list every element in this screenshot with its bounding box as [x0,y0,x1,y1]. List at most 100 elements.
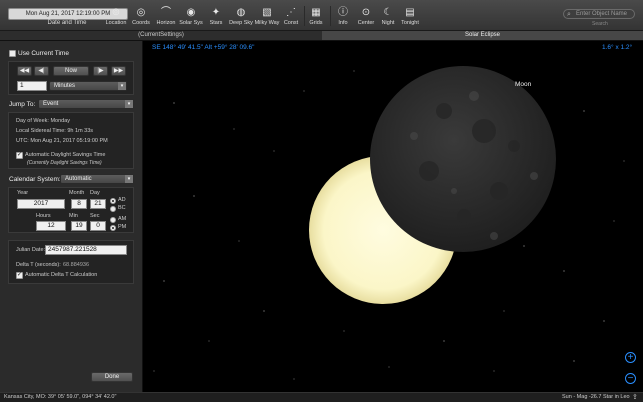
toolbar: Mon Aug 21, 2017 12:19:00 PM Date and Ti… [0,0,643,31]
location-status: Kansas City, MO: 39° 05' 59.0", 094° 34'… [4,394,117,400]
now-button[interactable]: Now [53,66,89,76]
time-info-group: Day of Week: Monday Local Sidereal Time:… [8,112,134,169]
bc-label: BC [118,205,126,211]
pm-radio[interactable] [110,225,116,231]
jump-to-label: Jump To: [9,101,36,108]
bc-radio[interactable] [110,206,116,212]
solar-system-icon: ◉ [186,7,196,18]
year-label: Year [17,190,29,196]
share-icon[interactable]: ⇪ [632,393,638,401]
delta-t-value: 68.884936 [63,262,89,268]
sky-view[interactable]: SE 148° 49' 41.5" Alt +59° 28' 09.6" 1.6… [144,41,643,392]
sidereal-time-text: Local Sidereal Time: 9h 1m 33s [16,128,94,134]
zoom-in-button[interactable]: + [625,352,636,363]
step-unit-value: Minutes [54,83,76,89]
location-button[interactable]: ⊚ Location [102,7,130,29]
stars-button[interactable]: ✦ Stars [202,7,230,29]
deep-sky-button[interactable]: ◍ Deep Sky [227,7,255,29]
day-label: Day [90,190,100,196]
tab-bar: (CurrentSettings) Solar Eclipse [0,31,643,41]
tonight-icon: ▤ [405,7,415,18]
field-of-view: 1.6° x 1.2° [602,44,633,51]
am-radio[interactable] [110,217,116,223]
seconds-field[interactable]: 0 [90,221,106,231]
zoom-out-button[interactable]: − [625,373,636,384]
step-group: ◀◀ ◀| Now |▶ ▶▶ 1 Minutes ▾ [8,61,134,95]
auto-dst-checkbox[interactable]: ✓ [16,152,23,159]
min-label: Min [69,213,78,219]
deep-sky-icon: ◍ [236,7,246,18]
moon-disc[interactable] [370,66,556,252]
search-placeholder: Enter Object Name [576,11,628,17]
plus-icon: + [627,352,634,363]
chevron-down-icon: ▾ [125,100,133,108]
month-label: Month [69,190,85,196]
jump-to-value: Event [43,101,59,107]
search-input[interactable]: ⌕ Enter Object Name [563,9,635,19]
rewind-icon: ◀◀ [19,68,30,74]
year-field[interactable]: 2017 [17,199,65,209]
calendar-system-select[interactable]: Automatic ▾ [60,174,134,184]
step-forward-fast-button[interactable]: ▶▶ [111,66,126,76]
step-back-icon: ◀| [38,68,45,74]
done-button[interactable]: Done [91,372,133,382]
day-of-week-text: Day of Week: Monday [16,118,71,124]
day-field[interactable]: 21 [90,199,106,209]
grid-icon: ▦ [311,7,321,18]
step-back-button[interactable]: ◀| [34,66,49,76]
stars-icon: ✦ [211,7,221,18]
coordinates-icon: ◎ [136,7,146,18]
dst-note: (Currently Daylight Savings Time) [27,160,102,166]
utc-text: UTC: Mon Aug 21, 2017 05:19:00 PM [16,138,108,144]
search-icon: ⌕ [567,11,571,18]
grids-button[interactable]: ▦ Grids [302,7,330,29]
jump-to-select[interactable]: Event ▾ [38,99,134,109]
step-back-fast-button[interactable]: ◀◀ [17,66,32,76]
object-status: Sun - Mag -26.7 Star in Leo [562,394,630,400]
auto-delta-t-checkbox[interactable]: ✓ [16,272,23,279]
calendar-system-value: Automatic [65,176,92,182]
pm-label: PM [118,224,127,230]
hours-label: Hours [36,213,51,219]
sky-canvas [153,66,625,380]
auto-delta-t-label: Automatic Delta T Calculation [25,272,98,278]
julian-date-label: Julian Date: [16,247,46,253]
step-unit-select[interactable]: Minutes ▾ [49,81,127,91]
time-panel: Use Current Time ◀◀ ◀| Now |▶ ▶▶ 1 Minut… [0,41,143,392]
tab-solar-eclipse[interactable]: Solar Eclipse [322,31,643,40]
month-field[interactable]: 8 [71,199,87,209]
search-label: Search [592,21,608,27]
tonight-button[interactable]: ▤ Tonight [396,7,424,29]
horizon-button[interactable]: ⌒ Horizon [152,7,180,29]
fast-forward-icon: ▶▶ [113,68,124,74]
calendar-system-label: Calendar System: [9,176,61,183]
minutes-field[interactable]: 19 [71,221,87,231]
use-current-time-checkbox[interactable] [9,50,16,57]
chevron-down-icon: ▾ [125,175,133,183]
julian-group: Julian Date: 2457987.221528 Delta T (sec… [8,240,134,284]
auto-dst-label: Automatic Daylight Savings Time [25,152,106,158]
use-current-time-label: Use Current Time [18,50,69,57]
ad-label: AD [118,197,126,203]
hours-field[interactable]: 12 [36,221,66,231]
ad-radio[interactable] [110,198,116,204]
step-amount-field[interactable]: 1 [17,81,47,91]
solar-system-button[interactable]: ◉ Solar Sys [177,7,205,29]
chevron-down-icon: ▾ [118,82,126,90]
tab-current-settings[interactable]: (CurrentSettings) [0,31,322,40]
am-label: AM [118,216,127,222]
constellations-button[interactable]: ⋰ Const [277,7,305,29]
moon-label: Moon [515,81,532,88]
julian-date-field[interactable]: 2457987.221528 [45,245,127,255]
step-forward-button[interactable]: |▶ [93,66,108,76]
status-bar: Kansas City, MO: 39° 05' 59.0", 094° 34'… [0,392,643,402]
sec-label: Sec [90,213,100,219]
minus-icon: − [627,373,634,384]
location-pin-icon: ⊚ [111,7,121,18]
delta-t-label: Delta T (seconds): [16,262,61,268]
constellation-icon: ⋰ [286,7,296,18]
coords-button[interactable]: ◎ Coords [127,7,155,29]
date-fields-group: Year Month Day 2017 8 21 Hours Min Sec 1… [8,187,134,233]
step-forward-icon: |▶ [97,68,104,74]
cursor-coordinates: SE 148° 49' 41.5" Alt +59° 28' 09.6" [152,44,255,51]
